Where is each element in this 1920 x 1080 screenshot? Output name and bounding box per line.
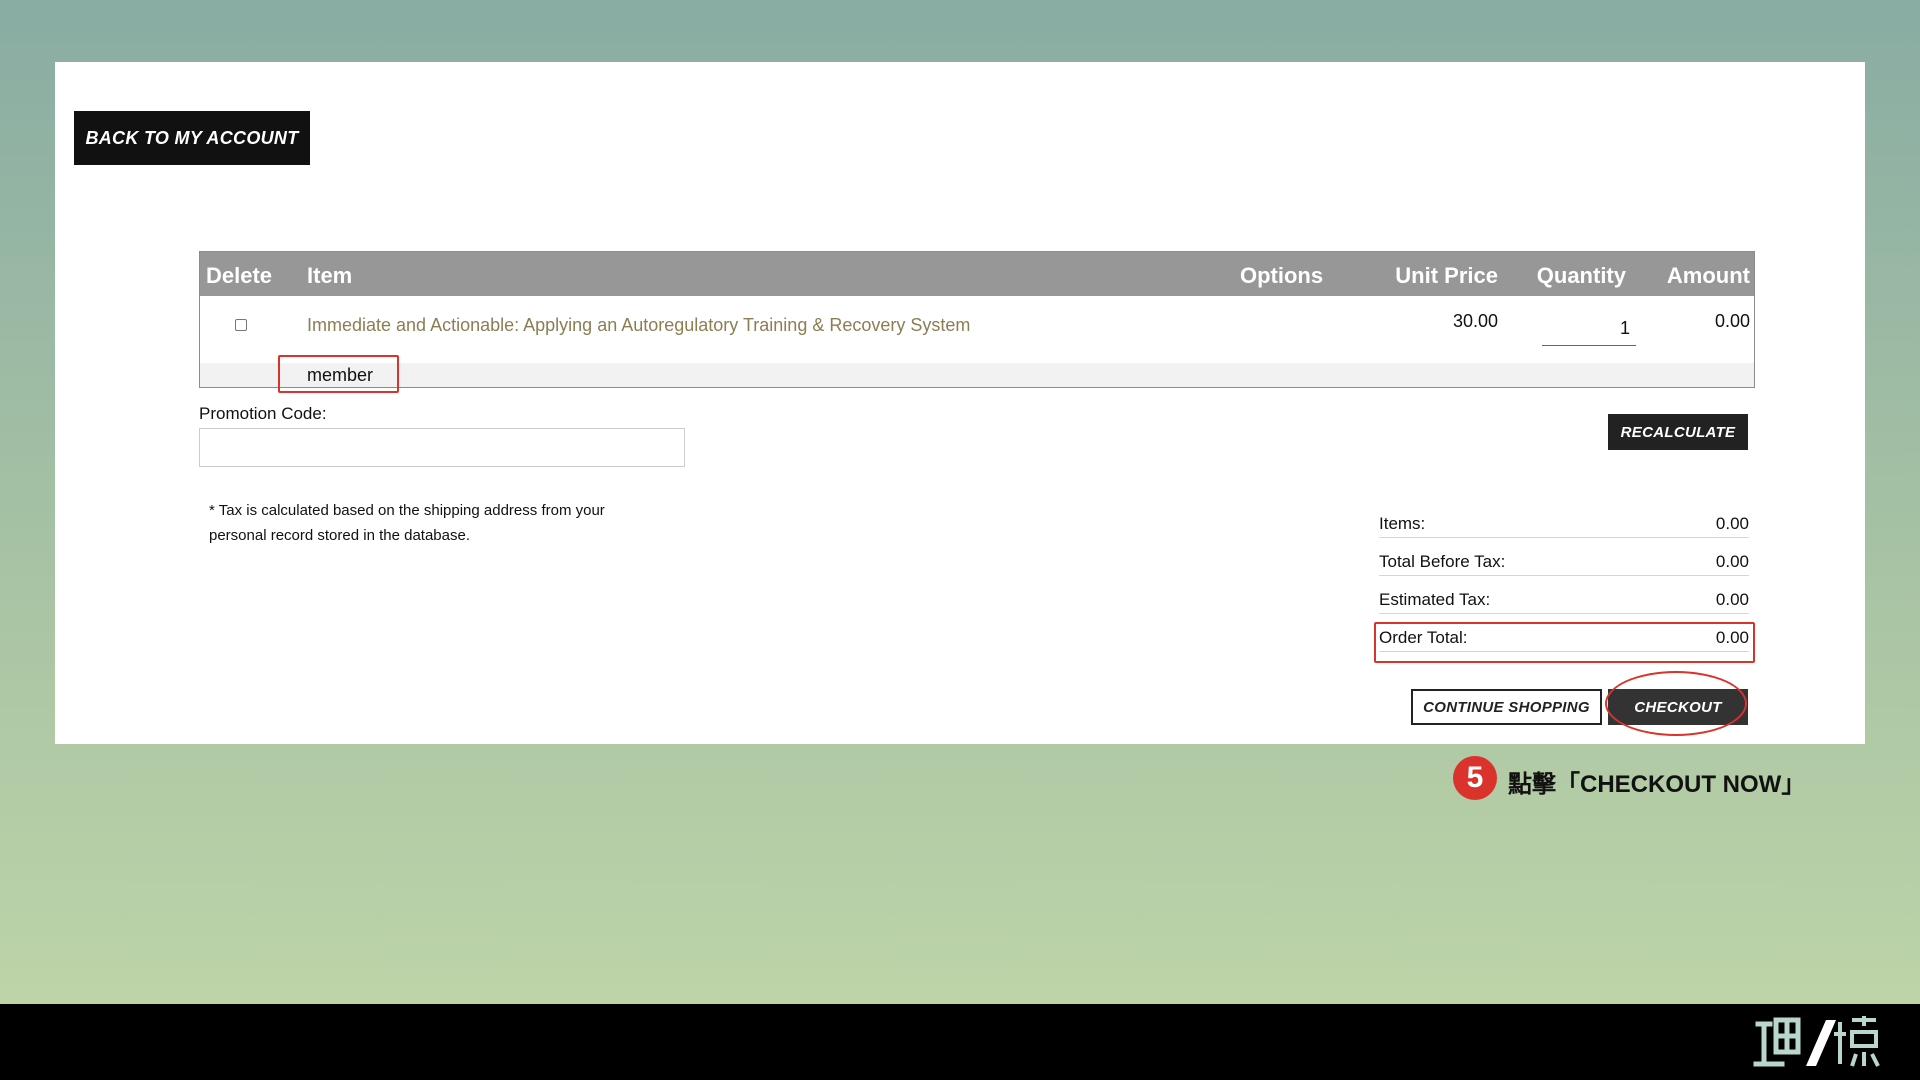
header-delete: Delete	[206, 263, 273, 288]
totals-label: Total Before Tax:	[1379, 552, 1510, 572]
totals-label: Order Total:	[1379, 628, 1472, 648]
bottom-bar	[0, 1004, 1920, 1080]
step-instruction: 點擊「CHECKOUT NOW」	[1508, 771, 1806, 798]
header-options: Options	[1240, 263, 1324, 288]
back-to-account-button[interactable]: BACK TO MY ACCOUNT	[74, 111, 310, 165]
cart-item-unit-price: 30.00	[1452, 311, 1498, 331]
header-amount: Amount	[1666, 263, 1750, 288]
promotion-code-label: Promotion Code:	[199, 404, 327, 423]
checkout-button[interactable]: CHECKOUT	[1608, 689, 1748, 725]
header-unit-price: Unit Price	[1395, 263, 1498, 288]
brand-logo-icon	[1753, 1016, 1880, 1067]
totals-value: 0.00	[1711, 590, 1749, 610]
totals-value: 0.00	[1711, 514, 1749, 534]
member-highlight-box	[278, 355, 399, 393]
item-option-strip	[200, 363, 1754, 387]
cart-item-amount: 0.00	[1714, 311, 1750, 331]
cart-item-quantity-input[interactable]	[1542, 312, 1636, 346]
totals-value: 0.00	[1711, 552, 1749, 572]
totals-value: 0.00	[1711, 628, 1749, 648]
delete-item-checkbox[interactable]	[235, 319, 247, 331]
step-number-badge: 5	[1453, 756, 1497, 800]
header-item: Item	[307, 263, 353, 288]
cart-page-panel: BACK TO MY ACCOUNT Delete Item Options U…	[55, 62, 1865, 744]
cart-table: Delete Item Options Unit Price Quantity …	[199, 251, 1755, 393]
continue-shopping-button[interactable]: CONTINUE SHOPPING	[1411, 689, 1602, 725]
totals-row-items: Items: 0.00	[1379, 514, 1749, 552]
totals-row-before-tax: Total Before Tax: 0.00	[1379, 552, 1749, 590]
header-quantity: Quantity	[1536, 263, 1626, 288]
totals-label: Estimated Tax:	[1379, 590, 1495, 610]
tax-note: * Tax is calculated based on the shippin…	[209, 502, 605, 544]
totals-label: Items:	[1379, 514, 1430, 534]
recalculate-button[interactable]: RECALCULATE	[1608, 414, 1748, 450]
promotion-code-input[interactable]	[199, 428, 685, 467]
cart-table-header: Delete Item Options Unit Price Quantity …	[200, 252, 1754, 296]
cart-item-link[interactable]: Immediate and Actionable: Applying an Au…	[307, 315, 970, 336]
